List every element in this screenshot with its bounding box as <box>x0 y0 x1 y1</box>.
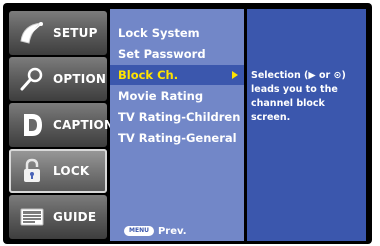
sidebar-item-label: LOCK <box>53 164 90 178</box>
menu-item-movie-rating[interactable]: Movie Rating <box>110 86 244 106</box>
prev-label: Prev. <box>157 225 187 237</box>
submenu-list: Lock System Set Password Block Ch. Movie… <box>110 23 244 149</box>
sidebar-item-setup[interactable]: SETUP <box>9 11 107 55</box>
lock-submenu: Lock System Set Password Block Ch. Movie… <box>110 9 244 241</box>
sidebar-item-label: OPTION <box>53 72 107 86</box>
help-panel: Selection (▶ or ⊙) leads you to the chan… <box>247 9 366 241</box>
sidebar-item-option[interactable]: OPTION <box>9 57 107 101</box>
magnifier-icon <box>17 65 47 93</box>
menu-item-tv-rating-children[interactable]: TV Rating-Children <box>110 107 244 127</box>
sidebar-item-label: CAPTION <box>53 118 115 132</box>
menu-item-tv-rating-general[interactable]: TV Rating-General <box>110 128 244 148</box>
main-menu-sidebar: SETUP OPTION CAPTION LOCK GUIDE <box>9 9 114 241</box>
sidebar-item-lock[interactable]: LOCK <box>9 149 107 193</box>
help-text: Selection (▶ or ⊙) leads you to the chan… <box>251 70 346 123</box>
sidebar-item-guide[interactable]: GUIDE <box>9 195 107 239</box>
arrow-right-icon <box>232 71 238 79</box>
menu-button-badge: MENU <box>124 226 154 236</box>
caption-d-icon <box>17 111 47 139</box>
menu-item-set-password[interactable]: Set Password <box>110 44 244 64</box>
sidebar-item-label: GUIDE <box>53 210 97 224</box>
padlock-icon <box>17 157 47 185</box>
menu-item-block-ch[interactable]: Block Ch. <box>110 65 244 85</box>
tv-menu-screen: SETUP OPTION CAPTION LOCK GUIDE Lock Sys… <box>3 3 372 244</box>
prev-hint[interactable]: MENU Prev. <box>124 225 187 237</box>
sidebar-item-label: SETUP <box>53 26 98 40</box>
sidebar-item-caption[interactable]: CAPTION <box>9 103 114 147</box>
satellite-dish-icon <box>17 19 47 47</box>
tv-guide-icon <box>17 203 47 231</box>
menu-item-lock-system[interactable]: Lock System <box>110 23 244 43</box>
menu-item-label: Block Ch. <box>118 68 179 82</box>
